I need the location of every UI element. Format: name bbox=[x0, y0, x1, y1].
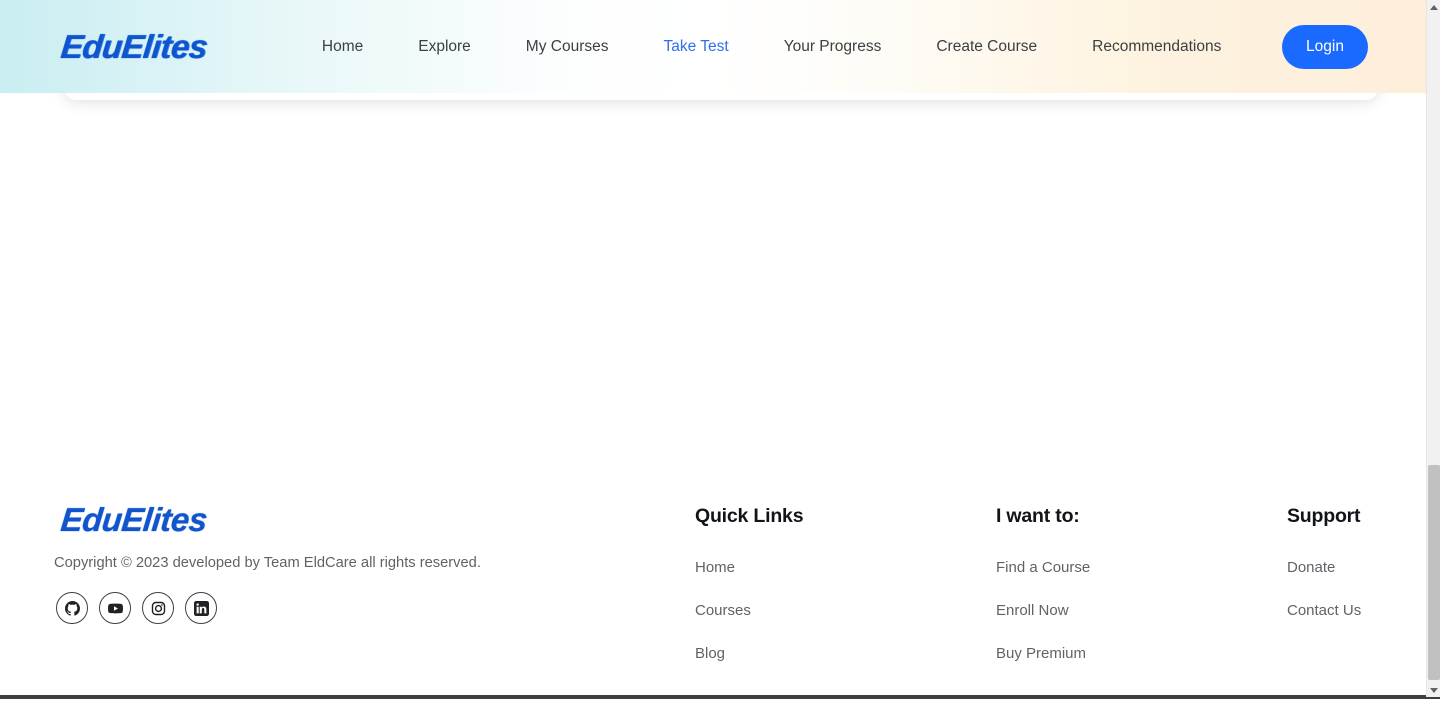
footer-logo[interactable]: EduElites bbox=[59, 501, 209, 539]
footer-column-title: I want to: bbox=[996, 505, 1080, 527]
social-links bbox=[56, 592, 217, 624]
footer-link[interactable]: Contact Us bbox=[1287, 602, 1361, 619]
github-icon[interactable] bbox=[56, 592, 88, 624]
scroll-down-arrow-icon[interactable] bbox=[1427, 683, 1440, 697]
page-viewport: 3. C. Ask someone to explain it to me. 4… bbox=[0, 0, 1426, 697]
site-footer: EduElites Copyright © 2023 developed by … bbox=[0, 487, 1426, 695]
youtube-icon[interactable] bbox=[99, 592, 131, 624]
footer-link[interactable]: Courses bbox=[695, 602, 803, 619]
footer-link[interactable]: Donate bbox=[1287, 559, 1361, 576]
site-logo[interactable]: EduElites bbox=[59, 28, 209, 66]
footer-column-title: Quick Links bbox=[695, 505, 804, 527]
footer-link[interactable]: Find a Course bbox=[996, 559, 1090, 576]
footer-link[interactable]: Buy Premium bbox=[996, 645, 1090, 662]
nav-link-my-courses[interactable]: My Courses bbox=[526, 32, 609, 62]
footer-column-i-want-to: I want to: Find a Course Enroll Now Buy … bbox=[996, 505, 1090, 688]
window-bottom-edge bbox=[0, 697, 1440, 703]
nav-link-home[interactable]: Home bbox=[322, 32, 363, 62]
linkedin-icon[interactable] bbox=[185, 592, 217, 624]
footer-link[interactable]: Blog bbox=[695, 645, 803, 662]
scroll-up-arrow-icon[interactable] bbox=[1427, 0, 1440, 14]
footer-column-quick-links: Quick Links Home Courses Blog bbox=[695, 505, 804, 688]
scrollbar-thumb[interactable] bbox=[1428, 465, 1440, 680]
nav-link-recommendations[interactable]: Recommendations bbox=[1092, 32, 1221, 62]
nav-link-your-progress[interactable]: Your Progress bbox=[784, 32, 882, 62]
footer-column-support: Support Donate Contact Us bbox=[1287, 505, 1361, 645]
nav-link-create-course[interactable]: Create Course bbox=[936, 32, 1037, 62]
nav-link-explore[interactable]: Explore bbox=[418, 32, 471, 62]
footer-link[interactable]: Home bbox=[695, 559, 803, 576]
vertical-scrollbar[interactable] bbox=[1426, 0, 1440, 697]
instagram-icon[interactable] bbox=[142, 592, 174, 624]
login-button[interactable]: Login bbox=[1282, 25, 1368, 69]
footer-column-title: Support bbox=[1287, 505, 1361, 527]
footer-link[interactable]: Enroll Now bbox=[996, 602, 1090, 619]
copyright-text: Copyright © 2023 developed by Team EldCa… bbox=[54, 555, 481, 571]
nav-links: Home Explore My Courses Take Test Your P… bbox=[322, 32, 1222, 62]
top-navigation-bar: EduElites Home Explore My Courses Take T… bbox=[0, 0, 1426, 93]
nav-link-take-test[interactable]: Take Test bbox=[663, 32, 728, 62]
